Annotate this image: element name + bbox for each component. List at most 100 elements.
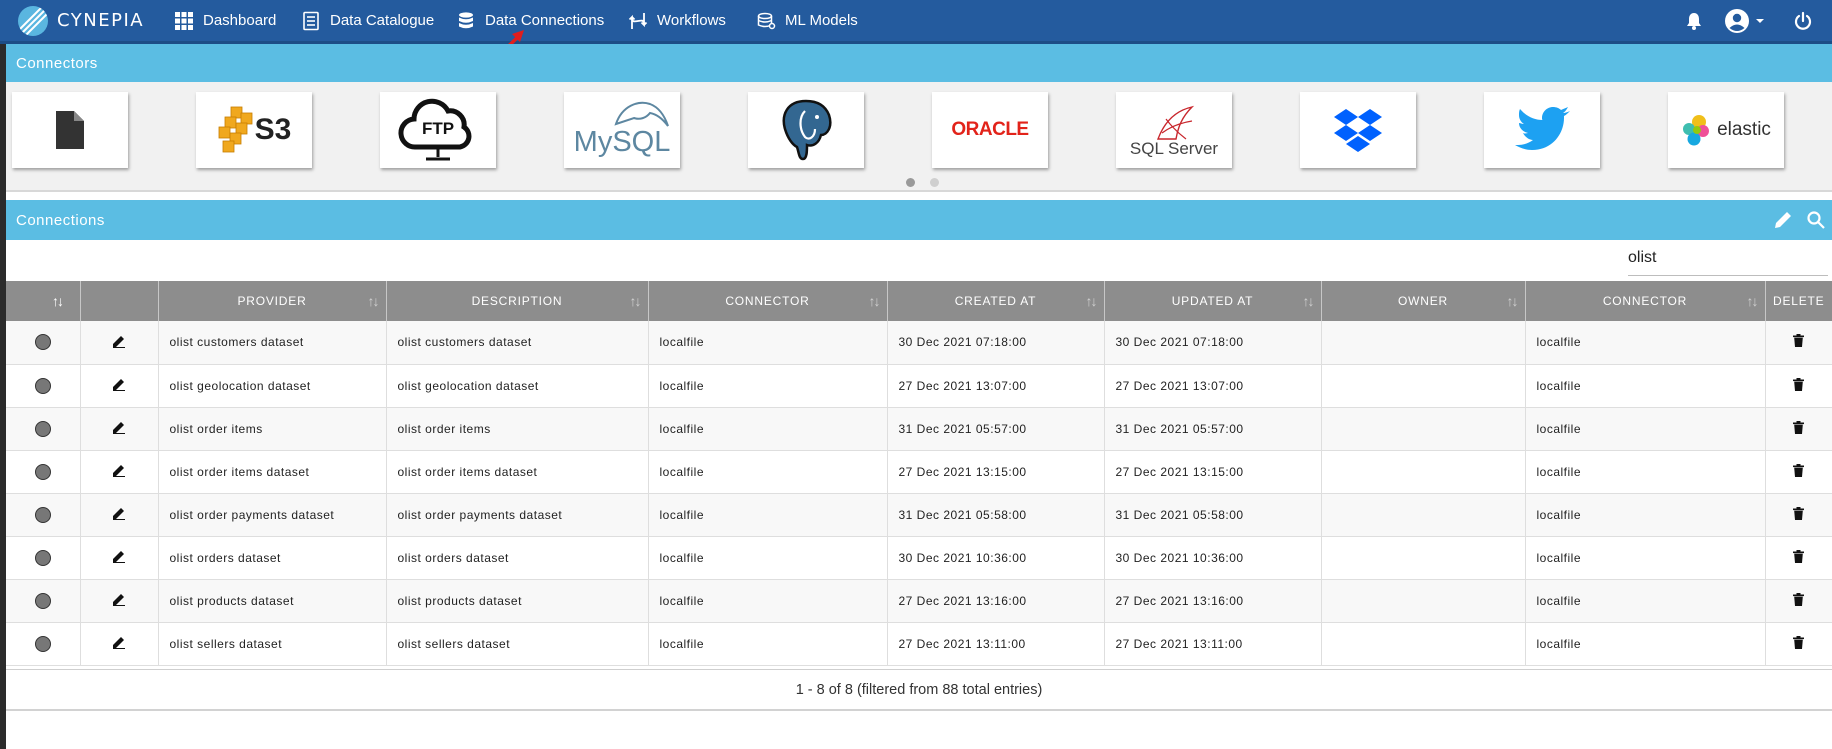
column-header-connector[interactable]: CONNECTOR ↑↓ — [648, 281, 888, 321]
table-row[interactable]: olist sellers dataset olist sellers datas… — [6, 622, 1832, 666]
trash-icon[interactable] — [1793, 549, 1805, 563]
table-row[interactable]: olist order items dataset olist order ite… — [6, 450, 1832, 494]
row-select-radio[interactable] — [34, 377, 51, 394]
cell-owner — [1321, 407, 1526, 451]
column-header-delete: DELETE — [1765, 281, 1832, 321]
trash-icon[interactable] — [1793, 592, 1805, 606]
nav-data-connections-label: Data Connections — [485, 12, 605, 29]
connectors-carousel: S3 FTP MySQL ORACLE SQL Server elastic — [6, 82, 1832, 192]
edit-pencil-icon[interactable] — [112, 506, 126, 520]
connector-tile-oracle[interactable]: ORACLE — [932, 92, 1048, 168]
row-delete-cell[interactable] — [1765, 407, 1832, 451]
connector-tile-ftp[interactable]: FTP — [380, 92, 496, 168]
carousel-dot-1[interactable] — [906, 178, 915, 187]
carousel-dot-2[interactable] — [930, 178, 939, 187]
row-select-radio[interactable] — [34, 334, 51, 351]
row-select-cell[interactable] — [6, 579, 81, 623]
edit-pencil-icon[interactable] — [112, 377, 126, 391]
table-row[interactable]: olist geolocation dataset olist geolocati… — [6, 364, 1832, 408]
edit-pencil-icon[interactable] — [112, 635, 126, 649]
row-select-radio[interactable] — [34, 592, 51, 609]
row-select-cell[interactable] — [6, 364, 81, 408]
row-select-cell[interactable] — [6, 407, 81, 451]
column-header-select[interactable]: ↑↓ — [6, 281, 81, 321]
notifications-button[interactable] — [1684, 0, 1704, 41]
nav-dashboard[interactable]: Dashboard — [174, 0, 276, 41]
trash-icon[interactable] — [1793, 506, 1805, 520]
bell-icon — [1687, 12, 1701, 30]
row-edit-cell[interactable] — [80, 450, 159, 494]
search-input[interactable] — [1628, 243, 1828, 273]
row-delete-cell[interactable] — [1765, 579, 1832, 623]
row-select-radio[interactable] — [34, 549, 51, 566]
row-edit-cell[interactable] — [80, 364, 159, 408]
edit-pencil-icon[interactable] — [1773, 210, 1793, 230]
connections-header: Connections — [6, 200, 1832, 240]
connector-tile-s3[interactable]: S3 — [196, 92, 312, 168]
connector-tile-postgresql[interactable] — [748, 92, 864, 168]
row-select-radio[interactable] — [34, 420, 51, 437]
row-delete-cell[interactable] — [1765, 450, 1832, 494]
row-edit-cell[interactable] — [80, 493, 159, 537]
cell-connector: localfile — [648, 536, 888, 580]
connector-tile-sqlserver[interactable]: SQL Server — [1116, 92, 1232, 168]
connector-tile-twitter[interactable] — [1484, 92, 1600, 168]
column-header-owner[interactable]: OWNER ↑↓ — [1321, 281, 1526, 321]
connector-tile-dropbox[interactable] — [1300, 92, 1416, 168]
cell-updated-at: 27 Dec 2021 13:11:00 — [1104, 622, 1322, 666]
edit-pencil-icon[interactable] — [112, 334, 126, 348]
trash-icon[interactable] — [1793, 635, 1805, 649]
logout-button[interactable] — [1793, 0, 1813, 41]
connector-tile-mysql[interactable]: MySQL — [564, 92, 680, 168]
row-edit-cell[interactable] — [80, 407, 159, 451]
brand[interactable]: CYNEPIA — [18, 5, 164, 36]
row-select-cell[interactable] — [6, 493, 81, 537]
edit-pencil-icon[interactable] — [112, 549, 126, 563]
trash-icon[interactable] — [1793, 420, 1805, 434]
row-select-radio[interactable] — [34, 506, 51, 523]
row-edit-cell[interactable] — [80, 321, 159, 365]
connector-label-sqlserver: SQL Server — [1129, 139, 1219, 158]
row-delete-cell[interactable] — [1765, 321, 1832, 365]
trash-icon[interactable] — [1793, 377, 1805, 391]
table-row[interactable]: olist order items olist order items localf… — [6, 407, 1832, 451]
connector-tile-elastic[interactable]: elastic — [1668, 92, 1784, 168]
nav-data-catalogue[interactable]: Data Catalogue — [301, 0, 434, 41]
row-select-radio[interactable] — [34, 463, 51, 480]
row-select-cell[interactable] — [6, 536, 81, 580]
edit-pencil-icon[interactable] — [112, 463, 126, 477]
column-header-edit — [80, 281, 159, 321]
brand-name: CYNEPIA — [57, 10, 145, 31]
edit-pencil-icon[interactable] — [112, 420, 126, 434]
row-delete-cell[interactable] — [1765, 364, 1832, 408]
row-edit-cell[interactable] — [80, 622, 159, 666]
column-header-created-at[interactable]: CREATED AT ↑↓ — [887, 281, 1105, 321]
table-row[interactable]: olist customers dataset olist customers d… — [6, 321, 1832, 365]
row-edit-cell[interactable] — [80, 536, 159, 580]
nav-workflows[interactable]: Workflows — [628, 0, 726, 41]
search-field[interactable] — [1628, 243, 1828, 276]
edit-pencil-icon[interactable] — [112, 592, 126, 606]
trash-icon[interactable] — [1793, 334, 1805, 348]
column-header-connector-2[interactable]: CONNECTOR ↑↓ — [1525, 281, 1766, 321]
nav-ml-models[interactable]: ML Models — [756, 0, 858, 41]
row-select-cell[interactable] — [6, 450, 81, 494]
row-edit-cell[interactable] — [80, 579, 159, 623]
row-select-radio[interactable] — [34, 635, 51, 652]
connector-tile-localfile[interactable] — [12, 92, 128, 168]
nav-data-connections[interactable]: Data Connections — [456, 0, 604, 41]
row-select-cell[interactable] — [6, 321, 81, 365]
search-icon[interactable] — [1806, 210, 1826, 230]
table-row[interactable]: olist order payments dataset olist order … — [6, 493, 1832, 537]
row-delete-cell[interactable] — [1765, 622, 1832, 666]
table-row[interactable]: olist orders dataset olist orders dataset… — [6, 536, 1832, 580]
trash-icon[interactable] — [1793, 463, 1805, 477]
table-row[interactable]: olist products dataset olist products dat… — [6, 579, 1832, 623]
account-menu-button[interactable] — [1724, 0, 1766, 41]
column-header-description[interactable]: DESCRIPTION ↑↓ — [386, 281, 649, 321]
row-select-cell[interactable] — [6, 622, 81, 666]
row-delete-cell[interactable] — [1765, 493, 1832, 537]
row-delete-cell[interactable] — [1765, 536, 1832, 580]
column-header-provider[interactable]: PROVIDER ↑↓ — [158, 281, 387, 321]
column-header-updated-at[interactable]: UPDATED AT ↑↓ — [1104, 281, 1322, 321]
